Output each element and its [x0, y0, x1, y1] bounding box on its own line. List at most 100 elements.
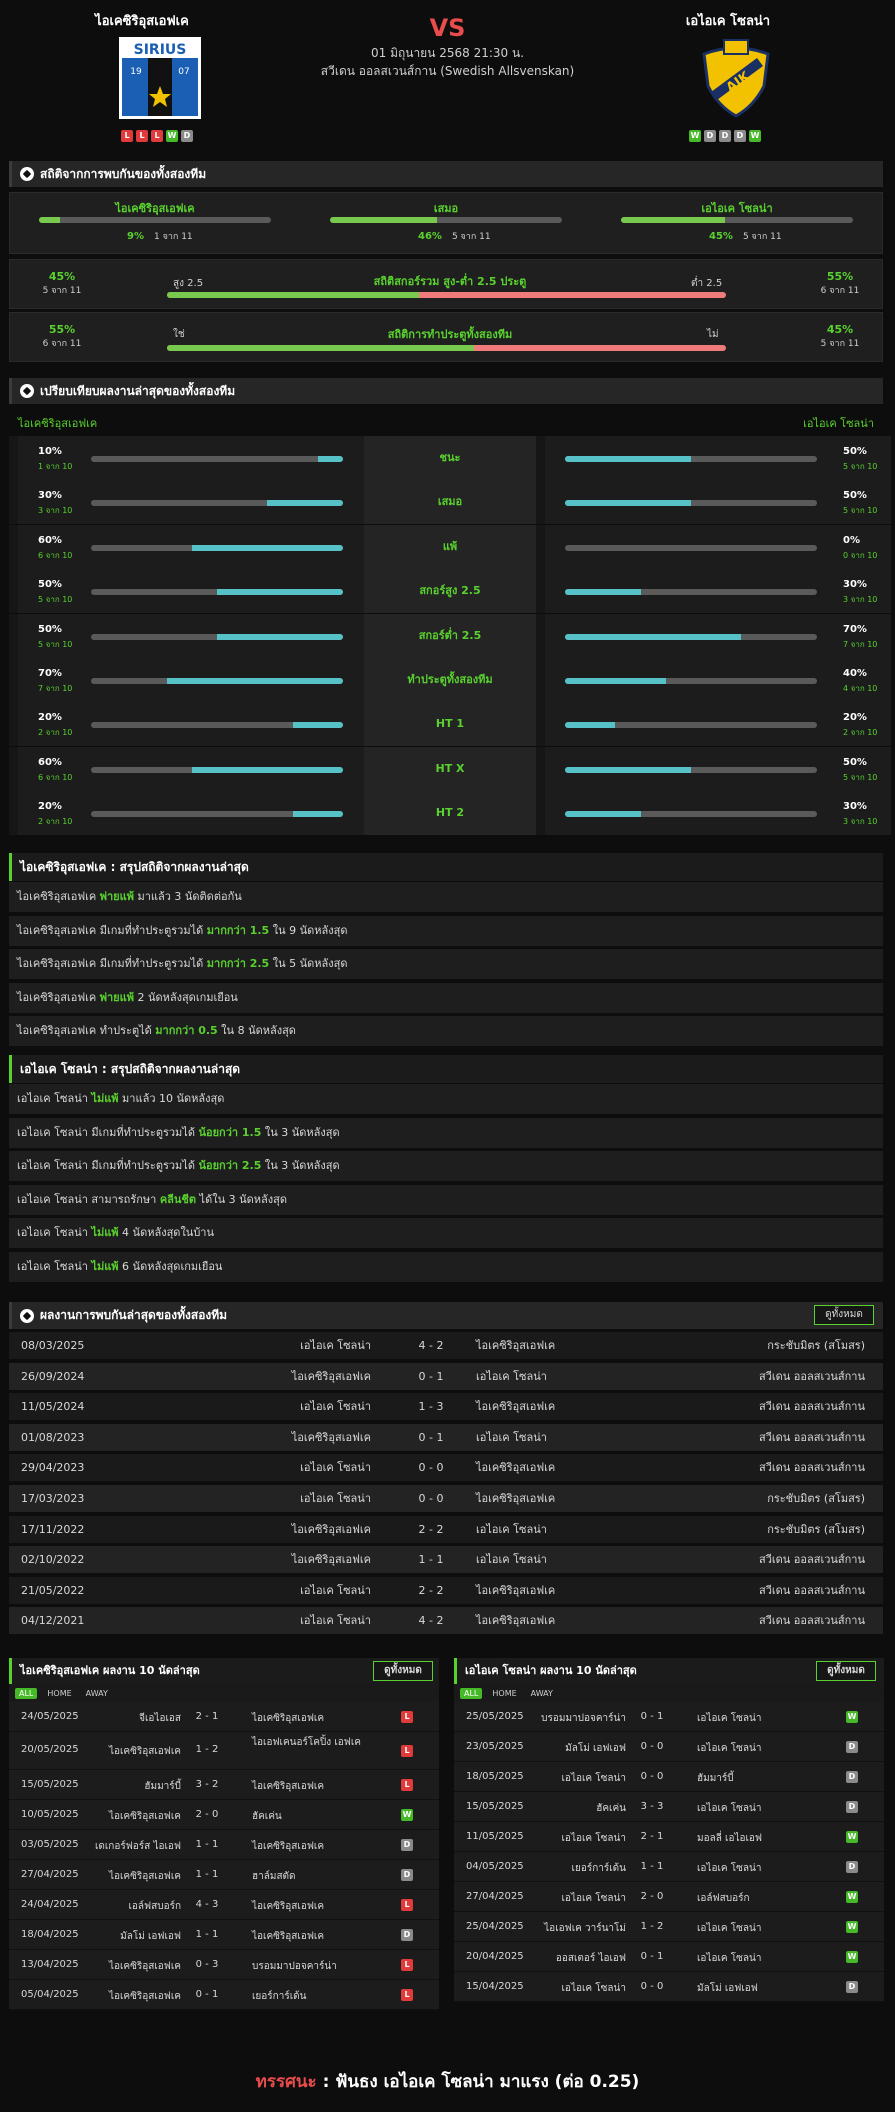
- h2h-home-team[interactable]: เอไอเค โซลน่า: [300, 1607, 371, 1634]
- last10-home-team[interactable]: เดเกอร์ฟอร์ส ไอเอฟ: [95, 1839, 181, 1854]
- last10-row[interactable]: 23/05/2025 มัลโม่ เอฟเอฟ 0 - 0 เอไอเค โซลน่…: [454, 1732, 884, 1762]
- h2h-home-team[interactable]: ไอเคซิริอุสเอฟเค: [292, 1363, 371, 1390]
- h2h-home-team[interactable]: เอไอเค โซลน่า: [300, 1485, 371, 1512]
- h2h-row[interactable]: 11/05/2024 เอไอเค โซลน่า 1 - 3 ไอเคซิริอุสเ…: [9, 1393, 883, 1421]
- last10-row[interactable]: 05/04/2025 ไอเคซิริอุสเอฟเค 0 - 1 เยอร์การ์…: [9, 1980, 439, 2010]
- last10-home-team[interactable]: เอไอเค โซลน่า: [562, 1771, 626, 1786]
- last10-away-team[interactable]: เอล์ฟสบอร์ก: [697, 1891, 822, 1906]
- last10-home-team[interactable]: ฮัมมาร์บี้: [144, 1779, 181, 1794]
- last10-home-team[interactable]: เอไอเค โซลน่า: [562, 1831, 626, 1846]
- last10-away-team[interactable]: เอไอเค โซลน่า: [697, 1951, 822, 1966]
- last10-row[interactable]: 13/04/2025 ไอเคซิริอุสเอฟเค 0 - 3 บรอมมาปอจ…: [9, 1950, 439, 1980]
- last10-away-team[interactable]: เอไอเค โซลน่า: [697, 1921, 822, 1936]
- h2h-away-team[interactable]: ไอเคซิริอุสเอฟเค: [476, 1485, 555, 1512]
- last10-row[interactable]: 10/05/2025 ไอเคซิริอุสเอฟเค 2 - 0 ฮัคเค่น W: [9, 1800, 439, 1830]
- h2h-row[interactable]: 08/03/2025 เอไอเค โซลน่า 4 - 2 ไอเคซิริอุสเ…: [9, 1332, 883, 1359]
- last10-row[interactable]: 03/05/2025 เดเกอร์ฟอร์ส ไอเอฟ 1 - 1 ไอเคซิร…: [9, 1830, 439, 1860]
- tab-away[interactable]: AWAY: [527, 1688, 557, 1699]
- last10-home-team[interactable]: จีเอไอเอส: [139, 1711, 181, 1726]
- last10-row[interactable]: 20/04/2025 ออสเตอร์ ไอเอฟ 0 - 1 เอไอเค โซลน…: [454, 1942, 884, 1972]
- h2h-away-team[interactable]: เอไอเค โซลน่า: [476, 1546, 547, 1573]
- last10-away-team[interactable]: เอไอเค โซลน่า: [697, 1741, 822, 1756]
- result-badge: W: [846, 1921, 858, 1933]
- h2h-home-team[interactable]: เอไอเค โซลน่า: [300, 1577, 371, 1604]
- last10-row[interactable]: 15/04/2025 เอไอเค โซลน่า 0 - 0 มัลโม่ เอฟเอ…: [454, 1972, 884, 2002]
- h2h-row[interactable]: 21/05/2022 เอไอเค โซลน่า 2 - 2 ไอเคซิริอุสเ…: [9, 1576, 883, 1604]
- last10-away-team[interactable]: ไอเคซิริอุสเอฟเค: [252, 1929, 377, 1944]
- last10-away-team[interactable]: ไอเคซิริอุสเอฟเค: [252, 1711, 377, 1726]
- last10-home-team[interactable]: มัลโม่ เอฟเอฟ: [120, 1929, 181, 1944]
- last10-row[interactable]: 18/05/2025 เอไอเค โซลน่า 0 - 0 ฮัมมาร์บี้ D: [454, 1762, 884, 1792]
- h2h-away-team[interactable]: เอไอเค โซลน่า: [476, 1424, 547, 1451]
- last10-row[interactable]: 15/05/2025 ฮัคเค่น 3 - 3 เอไอเค โซลน่า D: [454, 1792, 884, 1822]
- h2h-home-team[interactable]: เอไอเค โซลน่า: [300, 1332, 371, 1359]
- h2h-row[interactable]: 29/04/2023 เอไอเค โซลน่า 0 - 0 ไอเคซิริอุสเ…: [9, 1454, 883, 1482]
- h2h-away-team[interactable]: เอไอเค โซลน่า: [476, 1363, 547, 1390]
- tab-home[interactable]: HOME: [43, 1688, 75, 1699]
- last10-away-team[interactable]: ฮัมมาร์บี้: [697, 1771, 822, 1786]
- last10-away-team[interactable]: ไอเคซิริอุสเอฟเค: [252, 1839, 377, 1854]
- last10-home-team[interactable]: เอไอเค โซลน่า: [562, 1981, 626, 1996]
- h2h-away-team[interactable]: ไอเคซิริอุสเอฟเค: [476, 1607, 555, 1634]
- last10-row[interactable]: 11/05/2025 เอไอเค โซลน่า 2 - 1 มอลลี่ เอไอเ…: [454, 1822, 884, 1852]
- last10-away-team[interactable]: เอไอเค โซลน่า: [697, 1711, 822, 1726]
- last10-home-team[interactable]: บรอมมาปอจคาร์น่า: [541, 1711, 626, 1726]
- last10-home-team[interactable]: ไอเคซิริอุสเอฟเค: [109, 1869, 181, 1884]
- last10-row[interactable]: 27/04/2025 ไอเคซิริอุสเอฟเค 1 - 1 ฮาล์มสตัด…: [9, 1860, 439, 1890]
- h2h-home-team[interactable]: ไอเคซิริอุสเอฟเค: [292, 1516, 371, 1543]
- h2h-away-team[interactable]: ไอเคซิริอุสเอฟเค: [476, 1332, 555, 1359]
- h2h-row[interactable]: 02/10/2022 ไอเคซิริอุสเอฟเค 1 - 1 เอไอเค โซ…: [9, 1546, 883, 1574]
- last10-away-team[interactable]: มอลลี่ เอไอเอฟ: [697, 1831, 822, 1846]
- last10-home-team[interactable]: ไอเคซิริอุสเอฟเค: [109, 1744, 181, 1759]
- h2h-row[interactable]: 17/03/2023 เอไอเค โซลน่า 0 - 0 ไอเคซิริอุสเ…: [9, 1485, 883, 1512]
- last10-away-team[interactable]: เยอร์การ์เด้น: [252, 1989, 377, 2004]
- last10-away-team[interactable]: ไอเอฟเคนอร์โคปิ้ง เอฟเค: [252, 1735, 377, 1750]
- last10-row[interactable]: 25/05/2025 บรอมมาปอจคาร์น่า 0 - 1 เอไอเค โซ…: [454, 1702, 884, 1732]
- h2h-home-team[interactable]: ไอเคซิริอุสเอฟเค: [292, 1546, 371, 1573]
- tab-all[interactable]: ALL: [460, 1687, 483, 1699]
- last10-away-team[interactable]: เอไอเค โซลน่า: [697, 1861, 822, 1876]
- last10-row[interactable]: 18/04/2025 มัลโม่ เอฟเอฟ 1 - 1 ไอเคซิริอุสเ…: [9, 1920, 439, 1950]
- last10-away-team[interactable]: เอไอเค โซลน่า: [697, 1801, 822, 1816]
- last10-row[interactable]: 24/04/2025 เอล์ฟสบอร์ก 4 - 3 ไอเคซิริอุสเอฟ…: [9, 1890, 439, 1920]
- last10-row[interactable]: 04/05/2025 เยอร์การ์เด้น 1 - 1 เอไอเค โซลน่…: [454, 1852, 884, 1882]
- h2h-view-all-button[interactable]: ดูทั้งหมด: [814, 1305, 874, 1325]
- last10-away-team[interactable]: ไอเคซิริอุสเอฟเค: [252, 1779, 377, 1794]
- last10-row[interactable]: 24/05/2025 จีเอไอเอส 2 - 1 ไอเคซิริอุสเอฟเค…: [9, 1702, 439, 1732]
- last10-home-team[interactable]: เยอร์การ์เด้น: [572, 1861, 626, 1876]
- last10-row[interactable]: 15/05/2025 ฮัมมาร์บี้ 3 - 2 ไอเคซิริอุสเอฟเ…: [9, 1770, 439, 1800]
- tab-away[interactable]: AWAY: [82, 1688, 112, 1699]
- last10-home-team[interactable]: ออสเตอร์ ไอเอฟ: [556, 1951, 626, 1966]
- last10-home-team[interactable]: มัลโม่ เอฟเอฟ: [565, 1741, 626, 1756]
- tab-all[interactable]: ALL: [15, 1687, 38, 1699]
- last10-home-team[interactable]: ไอเอฟเค วาร์นาโม่: [544, 1921, 626, 1936]
- last10-row[interactable]: 20/05/2025 ไอเคซิริอุสเอฟเค 1 - 2 ไอเอฟเคนอ…: [9, 1732, 439, 1770]
- last10-away-team[interactable]: บรอมมาปอจคาร์น่า: [252, 1959, 377, 1974]
- h2h-away-team[interactable]: ไอเคซิริอุสเอฟเค: [476, 1393, 555, 1420]
- h2h-row[interactable]: 04/12/2021 เอไอเค โซลน่า 4 - 2 ไอเคซิริอุสเ…: [9, 1607, 883, 1635]
- last10-away-team[interactable]: ไอเคซิริอุสเอฟเค: [252, 1899, 377, 1914]
- last10-row[interactable]: 25/04/2025 ไอเอฟเค วาร์นาโม่ 1 - 2 เอไอเค โ…: [454, 1912, 884, 1942]
- h2h-home-team[interactable]: เอไอเค โซลน่า: [300, 1393, 371, 1420]
- away-last10-view-all-button[interactable]: ดูทั้งหมด: [816, 1661, 876, 1681]
- last10-home-team[interactable]: ไอเคซิริอุสเอฟเค: [109, 1989, 181, 2004]
- last10-away-team[interactable]: ฮาล์มสตัด: [252, 1869, 377, 1884]
- h2h-row[interactable]: 01/08/2023 ไอเคซิริอุสเอฟเค 0 - 1 เอไอเค โซ…: [9, 1423, 883, 1451]
- h2h-home-team[interactable]: ไอเคซิริอุสเอฟเค: [292, 1424, 371, 1451]
- last10-home-team[interactable]: ไอเคซิริอุสเอฟเค: [109, 1809, 181, 1824]
- last10-home-team[interactable]: ไอเคซิริอุสเอฟเค: [109, 1959, 181, 1974]
- h2h-away-team[interactable]: ไอเคซิริอุสเอฟเค: [476, 1577, 555, 1604]
- tab-home[interactable]: HOME: [488, 1688, 520, 1699]
- h2h-away-team[interactable]: ไอเคซิริอุสเอฟเค: [476, 1454, 555, 1481]
- h2h-away-team[interactable]: เอไอเค โซลน่า: [476, 1516, 547, 1543]
- last10-away-team[interactable]: มัลโม่ เอฟเอฟ: [697, 1981, 822, 1996]
- h2h-row[interactable]: 26/09/2024 ไอเคซิริอุสเอฟเค 0 - 1 เอไอเค โซ…: [9, 1362, 883, 1390]
- last10-home-team[interactable]: ฮัคเค่น: [596, 1801, 626, 1816]
- last10-home-team[interactable]: เอล์ฟสบอร์ก: [128, 1899, 181, 1914]
- last10-home-team[interactable]: เอไอเค โซลน่า: [562, 1891, 626, 1906]
- last10-away-team[interactable]: ฮัคเค่น: [252, 1809, 377, 1824]
- last10-row[interactable]: 27/04/2025 เอไอเค โซลน่า 2 - 0 เอล์ฟสบอร์ก W: [454, 1882, 884, 1912]
- h2h-row[interactable]: 17/11/2022 ไอเคซิริอุสเอฟเค 2 - 2 เอไอเค โซ…: [9, 1515, 883, 1543]
- h2h-home-team[interactable]: เอไอเค โซลน่า: [300, 1454, 371, 1481]
- home-last10-view-all-button[interactable]: ดูทั้งหมด: [373, 1661, 433, 1681]
